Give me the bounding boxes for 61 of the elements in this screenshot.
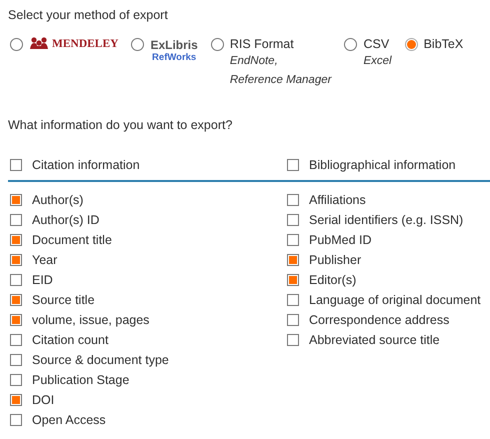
checkbox-label: Editor(s) — [309, 273, 356, 287]
checkbox[interactable] — [10, 254, 22, 266]
checkbox[interactable] — [287, 214, 299, 226]
checkbox-label: volume, issue, pages — [32, 313, 150, 327]
checkbox[interactable] — [287, 254, 299, 266]
option-note: EndNote, — [230, 54, 279, 69]
checkbox-label: Language of original document — [309, 293, 481, 307]
option-label[interactable]: BibTeX — [424, 36, 464, 52]
checkbox-label: Affiliations — [309, 193, 366, 207]
checkbox-label: Author(s) ID — [32, 213, 100, 227]
checkbox[interactable] — [10, 214, 22, 226]
checkbox[interactable] — [10, 234, 22, 246]
checkbox[interactable] — [287, 159, 299, 171]
checkbox[interactable] — [10, 159, 22, 171]
section-heading: What information do you want to export? — [8, 117, 234, 134]
checkbox-label: Publisher — [309, 253, 362, 267]
option-note: Excel — [363, 54, 392, 69]
checkbox-label: Source title — [32, 293, 95, 307]
logo-text: ExLibris — [150, 39, 198, 52]
radio-button[interactable] — [210, 38, 224, 51]
mendeley-logo-icon — [29, 37, 49, 50]
checkbox-label: Citation count — [32, 333, 108, 347]
checkbox[interactable] — [287, 294, 299, 306]
checkbox[interactable] — [10, 354, 22, 366]
logo-subtext: RefWorks — [152, 52, 196, 63]
checkbox-label: Author(s) — [32, 193, 84, 207]
checkbox-label: Source & document type — [32, 353, 169, 367]
checkbox-label: Year — [32, 253, 58, 267]
checkbox-label: Citation information — [32, 158, 140, 172]
checkbox[interactable] — [287, 314, 299, 326]
checkbox[interactable] — [287, 234, 299, 246]
checkbox-label: Publication Stage — [32, 373, 130, 387]
radio-button[interactable] — [404, 38, 418, 51]
checkbox-label: Abbreviated source title — [309, 333, 440, 347]
checkbox-label: PubMed ID — [309, 233, 372, 247]
checkbox[interactable] — [287, 194, 299, 206]
checkbox-label: EID — [32, 273, 53, 287]
checkbox-label: Open Access — [32, 413, 106, 427]
checkbox[interactable] — [10, 274, 22, 286]
radio-button[interactable] — [131, 38, 144, 51]
checkbox-label: DOI — [32, 393, 54, 407]
checkbox[interactable] — [287, 334, 299, 346]
option-note: Reference Manager — [230, 73, 332, 88]
checkbox-label: Correspondence address — [309, 313, 450, 327]
option-label[interactable]: CSV — [363, 36, 392, 52]
checkbox[interactable] — [10, 314, 22, 326]
checkbox-label: Serial identifiers (e.g. ISSN) — [309, 213, 464, 227]
checkbox[interactable] — [10, 374, 22, 386]
radio-button[interactable] — [344, 38, 358, 51]
checkbox-label: Document title — [32, 233, 112, 247]
option-label[interactable]: RIS Format — [230, 36, 332, 52]
section-heading: Select your method of export — [8, 7, 169, 24]
checkbox[interactable] — [10, 394, 22, 406]
checkbox-label: Bibliographical information — [309, 158, 456, 172]
checkbox[interactable] — [10, 194, 22, 206]
checkbox[interactable] — [10, 334, 22, 346]
checkbox[interactable] — [287, 274, 299, 286]
radio-button[interactable] — [10, 38, 23, 51]
checkbox[interactable] — [10, 294, 22, 306]
checkbox[interactable] — [10, 414, 22, 426]
logo-text: MENDELEY — [52, 38, 118, 50]
